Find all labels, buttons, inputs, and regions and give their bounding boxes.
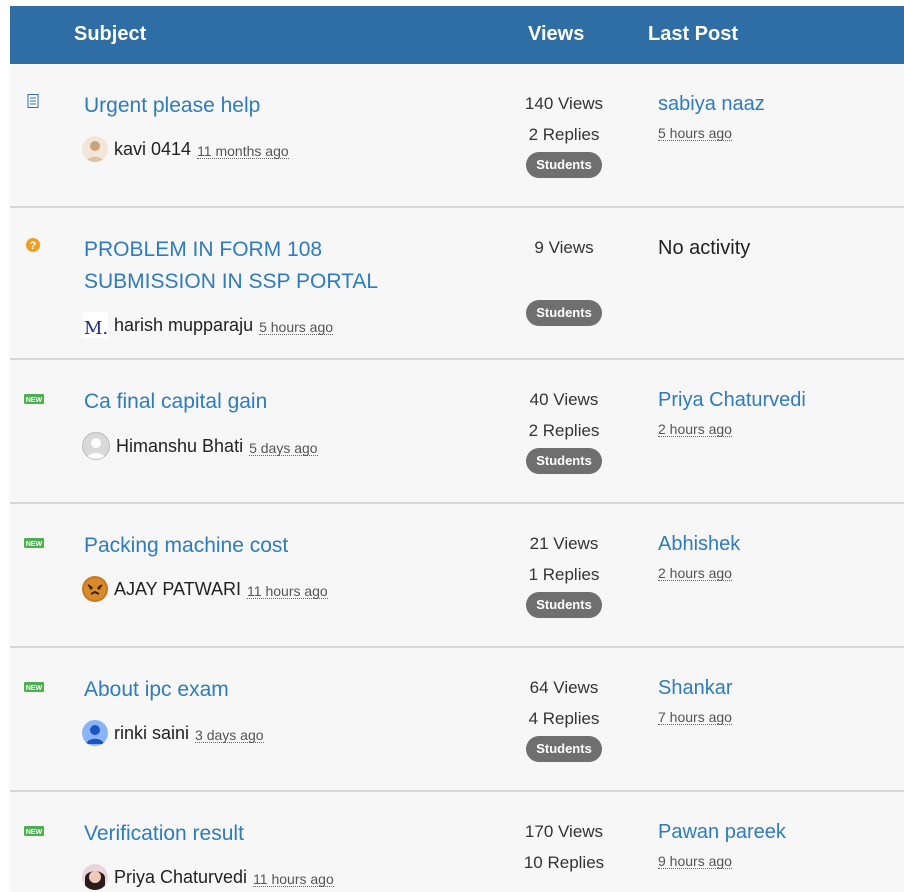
last-post: sabiya naaz 5 hours ago <box>658 90 898 143</box>
last-post-user[interactable]: Priya Chaturvedi <box>658 386 898 414</box>
last-post-user[interactable]: sabiya naaz <box>658 90 898 118</box>
table-row: NEW Packing machine cost AJAY PATWARI 11… <box>10 504 904 648</box>
author-name[interactable]: Priya Chaturvedi <box>114 867 247 888</box>
post-time: 5 hours ago <box>259 318 334 335</box>
document-icon <box>27 94 39 108</box>
replies-count: 4 Replies <box>528 709 600 728</box>
post-time: 11 months ago <box>197 142 289 159</box>
replies-count: 2 Replies <box>528 125 600 144</box>
category-badge[interactable]: Students <box>526 592 602 618</box>
category-badge[interactable]: Students <box>526 300 602 326</box>
avatar <box>82 864 108 890</box>
replies-count: 2 Replies <box>528 421 600 440</box>
post-time: 3 days ago <box>195 726 264 743</box>
topic-title[interactable]: Verification result <box>84 818 444 850</box>
topic-author: M. harish mupparaju 5 hours ago <box>82 312 334 338</box>
last-post-user[interactable]: Pawan pareek <box>658 818 898 846</box>
svg-text:NEW: NEW <box>26 829 43 836</box>
table-row: Urgent please help kavi 0414 11 months a… <box>10 64 904 208</box>
last-post-user[interactable]: Abhishek <box>658 530 898 558</box>
replies-count <box>504 263 624 294</box>
topic-author: AJAY PATWARI 11 hours ago <box>82 576 328 602</box>
topic-title[interactable]: Packing machine cost <box>84 530 444 562</box>
last-post-user[interactable]: Shankar <box>658 674 898 702</box>
svg-text:NEW: NEW <box>26 541 43 548</box>
svg-text:NEW: NEW <box>26 685 43 692</box>
header-views: Views <box>528 23 585 45</box>
svg-text:?: ? <box>30 240 37 252</box>
svg-text:NEW: NEW <box>26 397 43 404</box>
new-icon: NEW <box>24 682 44 692</box>
topic-author: Himanshu Bhati 5 days ago <box>82 432 318 460</box>
last-post-status: No activity <box>658 237 751 259</box>
topic-title[interactable]: Ca final capital gain <box>84 386 444 418</box>
header-subject: Subject <box>74 23 147 45</box>
topic-author: Priya Chaturvedi 11 hours ago <box>82 864 334 890</box>
svg-text:M.: M. <box>84 318 108 338</box>
topic-stats: 21 Views 1 Replies Students <box>504 528 624 618</box>
last-post: Shankar 7 hours ago <box>658 674 898 727</box>
last-post-time: 7 hours ago <box>658 709 732 725</box>
topic-title[interactable]: About ipc exam <box>84 674 444 706</box>
new-icon: NEW <box>24 538 44 548</box>
views-count: 140 Views <box>524 94 604 113</box>
category-badge[interactable]: Students <box>526 448 602 474</box>
author-name[interactable]: rinki saini <box>114 723 189 744</box>
table-row: ? PROBLEM IN FORM 108 SUBMISSION IN SSP … <box>10 208 904 360</box>
topic-stats: 40 Views 2 Replies Students <box>504 384 624 474</box>
topic-stats: 170 Views 10 Replies <box>504 816 624 878</box>
views-count: 40 Views <box>529 390 599 409</box>
category-badge[interactable]: Students <box>526 736 602 762</box>
replies-count: 10 Replies <box>523 853 605 872</box>
replies-count: 1 Replies <box>528 565 600 584</box>
views-count: 9 Views <box>534 238 594 257</box>
post-time: 11 hours ago <box>253 870 334 887</box>
topic-author: kavi 0414 11 months ago <box>82 136 289 162</box>
author-name[interactable]: Himanshu Bhati <box>116 436 243 457</box>
question-icon: ? <box>26 238 40 252</box>
table-row: NEW Ca final capital gain Himanshu Bhati… <box>10 360 904 504</box>
table-row: NEW About ipc exam rinki saini 3 days ag… <box>10 648 904 792</box>
last-post-time: 5 hours ago <box>658 125 732 141</box>
author-name[interactable]: kavi 0414 <box>114 139 191 160</box>
table-header: Subject Views Last Post <box>10 6 904 64</box>
topic-title[interactable]: Urgent please help <box>84 90 444 122</box>
topic-title[interactable]: PROBLEM IN FORM 108 SUBMISSION IN SSP PO… <box>84 234 444 298</box>
topic-author: rinki saini 3 days ago <box>82 720 264 746</box>
table-row: NEW Verification result Priya Chaturvedi… <box>10 792 904 892</box>
last-post-time: 2 hours ago <box>658 565 732 581</box>
category-badge[interactable]: Students <box>526 152 602 178</box>
avatar <box>82 136 108 162</box>
views-count: 21 Views <box>529 534 599 553</box>
views-count: 64 Views <box>529 678 599 697</box>
topic-stats: 64 Views 4 Replies Students <box>504 672 624 762</box>
avatar: M. <box>82 312 108 338</box>
topic-stats: 9 Views Students <box>504 232 624 326</box>
header-last-post: Last Post <box>648 23 739 45</box>
post-time: 5 days ago <box>249 439 318 456</box>
new-icon: NEW <box>24 826 44 836</box>
post-time: 11 hours ago <box>247 582 328 599</box>
avatar <box>82 720 108 746</box>
views-count: 170 Views <box>524 822 604 841</box>
last-post: Pawan pareek 9 hours ago <box>658 818 898 871</box>
last-post: No activity <box>658 234 898 262</box>
last-post: Abhishek 2 hours ago <box>658 530 898 583</box>
author-name[interactable]: harish mupparaju <box>114 315 253 336</box>
last-post: Priya Chaturvedi 2 hours ago <box>658 386 898 439</box>
author-name[interactable]: AJAY PATWARI <box>114 579 241 600</box>
avatar <box>82 432 110 460</box>
last-post-time: 9 hours ago <box>658 853 732 869</box>
avatar <box>82 576 108 602</box>
last-post-time: 2 hours ago <box>658 421 732 437</box>
new-icon: NEW <box>24 394 44 404</box>
topic-table: Subject Views Last Post Urgent please he… <box>10 6 904 892</box>
topic-stats: 140 Views 2 Replies Students <box>504 88 624 178</box>
